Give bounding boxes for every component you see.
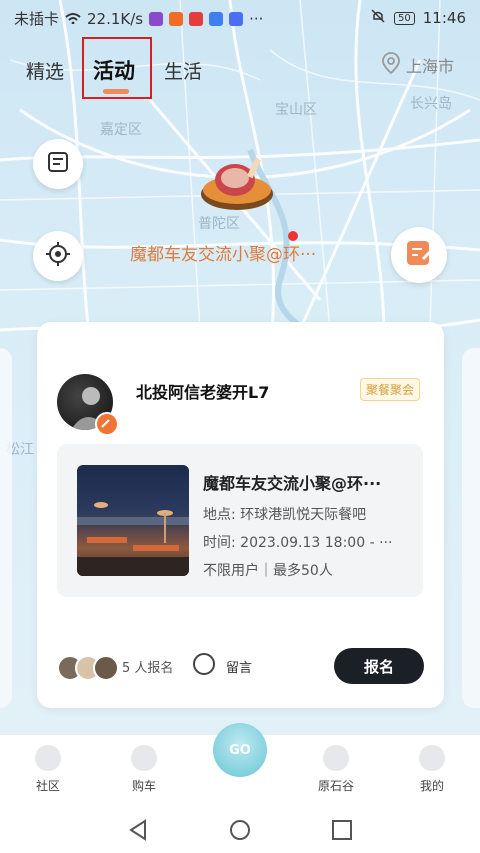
calendar-button[interactable]: [33, 139, 83, 189]
verified-badge-icon: [95, 412, 119, 436]
event-title: 魔都车友交流小聚@环···: [203, 474, 382, 493]
nav-stone-valley[interactable]: 原石谷: [301, 741, 371, 794]
map-marker-title[interactable]: 魔都车友交流小聚@环···: [130, 240, 316, 265]
nav-label: 购车: [131, 779, 156, 793]
status-bar: 未插卡 22.1K/s ··· 50 11:46: [0, 0, 480, 34]
nav-me[interactable]: 我的: [397, 741, 467, 794]
car-go-icon: GO: [213, 723, 267, 777]
location-pin-icon: [382, 52, 400, 78]
clock: 11:46: [422, 9, 466, 27]
app-notification-icon: [209, 11, 224, 26]
signup-suffix: 人报名: [134, 661, 174, 676]
next-card-peek[interactable]: [462, 348, 480, 708]
app-notification-icon: [149, 11, 164, 26]
tab-life[interactable]: 生活: [164, 57, 202, 84]
event-limits: 不限用户｜最多50人: [203, 563, 333, 579]
username[interactable]: 北投阿信老婆开L7: [136, 379, 269, 403]
map-label-changxing: 长兴岛: [410, 96, 452, 112]
previous-card-peek[interactable]: [0, 348, 12, 708]
system-nav-bar: [0, 807, 480, 853]
nav-buy-car[interactable]: 购车: [109, 741, 179, 794]
more-notifications: ···: [249, 9, 264, 28]
event-photo: [77, 465, 189, 576]
nav-label: 我的: [419, 779, 444, 793]
event-time: 时间: 2023.09.13 18:00 - ···: [203, 535, 393, 551]
signup-count: 5 人报名: [122, 657, 173, 676]
food-marker-icon[interactable]: [197, 150, 277, 216]
selection-highlight: [82, 37, 152, 99]
message-icon[interactable]: [193, 653, 215, 675]
city-selector[interactable]: 上海市: [382, 52, 454, 78]
carrier-text: 未插卡: [14, 10, 60, 28]
book-icon: [46, 150, 70, 178]
wifi-icon: [65, 10, 81, 28]
crosshair-icon: [45, 241, 71, 271]
tab-featured[interactable]: 精选: [26, 57, 64, 84]
nav-go[interactable]: GO: [205, 723, 275, 777]
app-notification-icon: [169, 11, 184, 26]
gem-icon: [323, 745, 349, 771]
signup-number: 5: [122, 661, 131, 676]
app-notification-icon: [189, 11, 204, 26]
signup-button[interactable]: 报名: [334, 648, 424, 684]
map-label-jiading: 嘉定区: [100, 122, 142, 138]
mute-icon: [370, 8, 386, 28]
go-label: GO: [229, 742, 251, 758]
event-location: 地点: 环球港凯悦天际餐吧: [203, 507, 367, 523]
nav-label: 原石谷: [317, 779, 354, 793]
network-speed: 22.1K/s: [87, 9, 144, 28]
nav-label: 社区: [35, 779, 60, 793]
battery-icon: 50: [394, 11, 415, 25]
battery-level: 50: [394, 11, 415, 25]
attendee-avatar: [93, 655, 119, 681]
message-label[interactable]: 留言: [226, 657, 252, 676]
city-name: 上海市: [405, 57, 454, 76]
event-card[interactable]: 北投阿信老婆开L7 聚餐聚会 魔都车友交流小聚@环··· 地点: 环球港凯悦天际…: [37, 322, 444, 708]
car-buy-icon: [131, 745, 157, 771]
nav-community[interactable]: 社区: [13, 741, 83, 794]
edit-note-icon: [403, 237, 435, 273]
category-tag: 聚餐聚会: [359, 378, 420, 401]
community-icon: [35, 745, 61, 771]
back-icon[interactable]: [127, 819, 149, 845]
profile-icon: [419, 745, 445, 771]
bottom-nav: 社区 购车 GO 原石谷 我的: [0, 723, 480, 807]
create-event-button[interactable]: [391, 227, 447, 283]
recents-icon[interactable]: [331, 819, 353, 845]
map-label-baoshan: 宝山区: [275, 102, 317, 118]
home-icon[interactable]: [229, 819, 251, 845]
locate-button[interactable]: [33, 231, 83, 281]
music-notification-icon: [229, 11, 244, 26]
event-details[interactable]: 魔都车友交流小聚@环··· 地点: 环球港凯悦天际餐吧 时间: 2023.09.…: [57, 444, 423, 597]
